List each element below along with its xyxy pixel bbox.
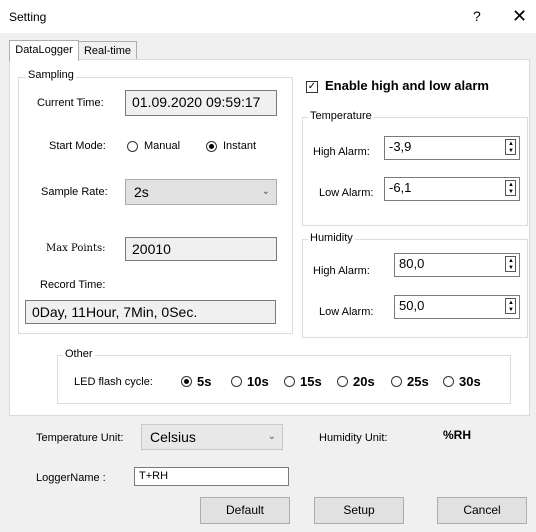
spin-icon[interactable]: ▲ ▼ <box>505 139 516 155</box>
led-5s-label[interactable]: 5s <box>197 374 211 389</box>
other-legend: Other <box>63 348 95 360</box>
logger-name-label: LoggerName : <box>36 472 106 484</box>
led-5s-radio[interactable] <box>181 376 192 387</box>
window-title: Setting <box>9 10 47 24</box>
sample-rate-label: Sample Rate: <box>41 186 108 198</box>
temp-high-alarm-value: -3,9 <box>389 139 412 154</box>
chevron-down-icon: ⌄ <box>261 186 270 197</box>
led-flash-label: LED flash cycle: <box>74 376 153 388</box>
start-mode-manual-radio[interactable] <box>127 141 138 152</box>
record-time-label: Record Time: <box>40 279 106 291</box>
record-time-value: 0Day, 11Hour, 7Min, 0Sec. <box>25 300 276 324</box>
current-time-value: 01.09.2020 09:59:17 <box>125 90 277 116</box>
led-30s-label[interactable]: 30s <box>459 374 481 389</box>
temperature-unit-value: Celsius <box>150 429 196 445</box>
start-mode-label: Start Mode: <box>49 140 106 152</box>
temp-high-alarm-input[interactable]: -3,9 ▲ ▼ <box>384 136 520 160</box>
hum-high-alarm-label: High Alarm: <box>313 265 370 277</box>
hum-low-alarm-value: 50,0 <box>399 298 425 313</box>
humidity-unit-label: Humidity Unit: <box>319 432 388 444</box>
enable-alarm-label[interactable]: Enable high and low alarm <box>325 78 489 93</box>
led-15s-label[interactable]: 15s <box>300 374 322 389</box>
tab-panel: Sampling Current Time: 01.09.2020 09:59:… <box>9 59 530 416</box>
setup-button[interactable]: Setup <box>314 497 404 524</box>
led-25s-radio[interactable] <box>391 376 402 387</box>
led-10s-label[interactable]: 10s <box>247 374 269 389</box>
temperature-unit-select[interactable]: Celsius ⌄ <box>141 424 283 450</box>
start-mode-instant-label[interactable]: Instant <box>223 140 256 152</box>
temp-high-alarm-label: High Alarm: <box>313 146 370 158</box>
led-15s-radio[interactable] <box>284 376 295 387</box>
temperature-unit-label: Temperature Unit: <box>36 432 124 444</box>
chevron-down-icon: ⌄ <box>267 431 276 442</box>
sample-rate-select[interactable]: 2s ⌄ <box>125 179 277 205</box>
sample-rate-value: 2s <box>134 184 149 200</box>
spin-icon[interactable]: ▲ ▼ <box>505 298 516 314</box>
close-button[interactable]: ✕ <box>512 6 527 27</box>
temperature-legend: Temperature <box>308 110 374 122</box>
temperature-group <box>302 117 528 226</box>
humidity-unit-value: %RH <box>443 428 472 442</box>
led-30s-radio[interactable] <box>443 376 454 387</box>
start-mode-instant-radio[interactable] <box>206 141 217 152</box>
max-points-label: Max Points: <box>46 243 106 254</box>
temp-low-alarm-value: -6,1 <box>389 180 412 195</box>
led-25s-label[interactable]: 25s <box>407 374 429 389</box>
title-bar <box>0 0 536 33</box>
max-points-value: 20010 <box>125 237 277 261</box>
sampling-legend: Sampling <box>26 69 76 81</box>
check-icon: ✓ <box>307 81 317 92</box>
spin-icon[interactable]: ▲ ▼ <box>505 256 516 272</box>
current-time-label: Current Time: <box>37 97 104 109</box>
led-20s-radio[interactable] <box>337 376 348 387</box>
temp-low-alarm-input[interactable]: -6,1 ▲ ▼ <box>384 177 520 201</box>
led-20s-label[interactable]: 20s <box>353 374 375 389</box>
default-button[interactable]: Default <box>200 497 290 524</box>
logger-name-input[interactable]: T+RH <box>134 467 289 486</box>
hum-high-alarm-input[interactable]: 80,0 ▲ ▼ <box>394 253 520 277</box>
tab-datalogger[interactable]: DataLogger <box>9 40 79 61</box>
temp-low-alarm-label: Low Alarm: <box>319 187 374 199</box>
start-mode-manual-label[interactable]: Manual <box>144 140 180 152</box>
spin-icon[interactable]: ▲ ▼ <box>505 180 516 196</box>
led-flash-options: 5s 10s 15s 20s 25s 30s <box>181 374 501 390</box>
cancel-button[interactable]: Cancel <box>437 497 527 524</box>
help-button[interactable]: ? <box>473 8 481 24</box>
led-10s-radio[interactable] <box>231 376 242 387</box>
tab-realtime[interactable]: Real-time <box>78 41 137 60</box>
enable-alarm-checkbox[interactable]: ✓ <box>306 81 318 93</box>
hum-low-alarm-label: Low Alarm: <box>319 306 374 318</box>
hum-high-alarm-value: 80,0 <box>399 256 425 271</box>
hum-low-alarm-input[interactable]: 50,0 ▲ ▼ <box>394 295 520 319</box>
humidity-legend: Humidity <box>308 232 355 244</box>
